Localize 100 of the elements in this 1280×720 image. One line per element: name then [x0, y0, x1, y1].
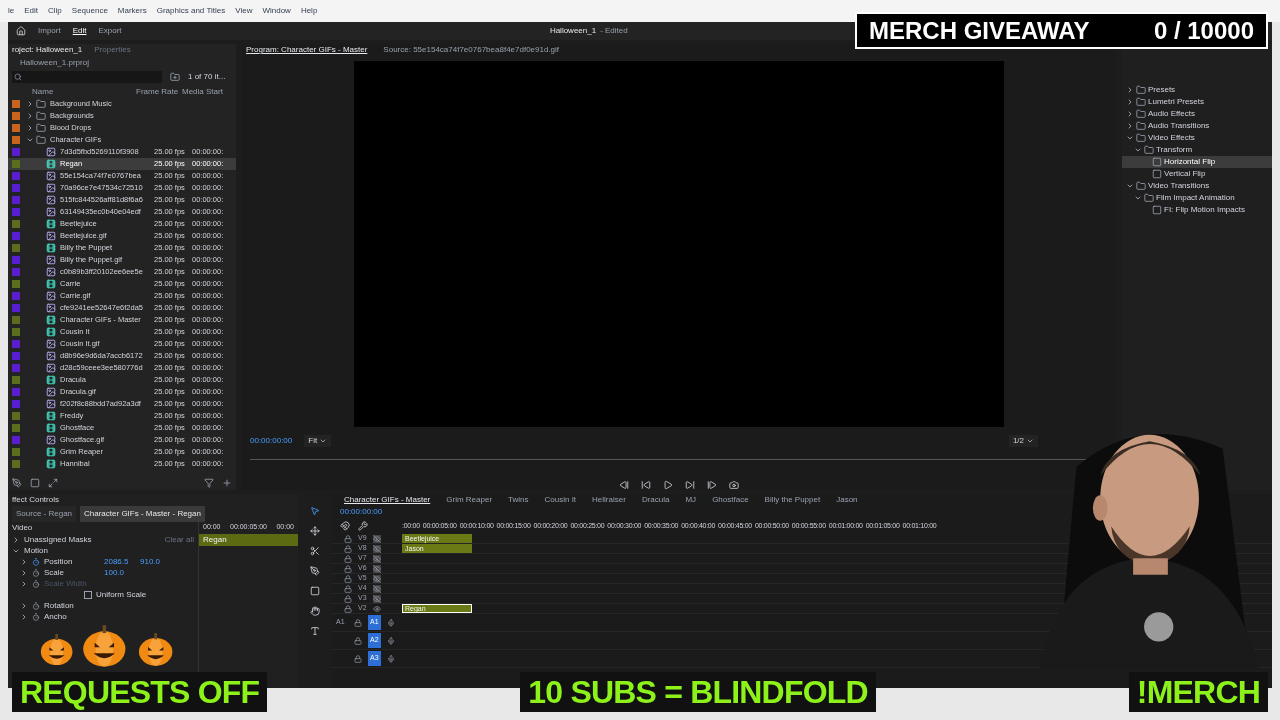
stopwatch-icon[interactable]	[32, 557, 40, 566]
eye-off-icon[interactable]	[372, 564, 381, 573]
menu-item[interactable]: View	[235, 5, 253, 17]
panel-tab[interactable]: roject: Halloween_1	[12, 44, 83, 56]
go-to-out-icon[interactable]	[685, 480, 695, 490]
effects-item[interactable]: Lumetri Presets	[1122, 96, 1272, 108]
effects-item[interactable]: Audio Transitions	[1122, 120, 1272, 132]
expand-icon[interactable]	[1134, 194, 1142, 202]
razor-icon[interactable]	[310, 546, 320, 556]
workspace-tab[interactable]: Export	[98, 25, 122, 37]
sequence-tab[interactable]: Character GIFs - Master	[344, 494, 431, 506]
stopwatch-icon[interactable]	[32, 612, 40, 621]
eye-off-icon[interactable]	[372, 584, 381, 593]
eye-off-icon[interactable]	[372, 534, 381, 543]
rectangle-icon[interactable]	[310, 586, 320, 596]
expand-icon[interactable]	[1126, 182, 1134, 190]
menu-item[interactable]: Window	[262, 5, 291, 17]
effects-item[interactable]: Film Impact Animation	[1122, 192, 1272, 204]
param-value[interactable]: 100.0	[104, 566, 136, 579]
menu-item[interactable]: Clip	[48, 5, 62, 17]
menu-item[interactable]: Help	[300, 5, 318, 17]
menu-item[interactable]: Edit	[24, 5, 39, 17]
lock-icon[interactable]	[344, 554, 352, 563]
effects-item[interactable]: Audio Effects	[1122, 108, 1272, 120]
new-bin-icon[interactable]	[170, 72, 180, 82]
monitor-tab[interactable]: Source: 55e154ca74f7e0767bea8f4e7df0e91d.gif	[383, 44, 560, 56]
lock-icon[interactable]	[344, 584, 352, 593]
sequence-tab[interactable]: Hellraiser	[592, 494, 626, 506]
param-value[interactable]: 2086.5	[104, 555, 136, 568]
expand-icon[interactable]	[1134, 146, 1142, 154]
workspace-tab[interactable]: Import	[38, 25, 61, 37]
camera-icon[interactable]	[729, 480, 739, 490]
expand-icon[interactable]	[1126, 122, 1134, 130]
search-field[interactable]	[12, 71, 162, 83]
menu-item[interactable]: Markers	[117, 5, 147, 17]
sequence-tab[interactable]: Jason	[836, 494, 858, 506]
mark-in-icon[interactable]	[619, 480, 629, 490]
lock-icon[interactable]	[344, 574, 352, 583]
menu-item[interactable]: Sequence	[71, 5, 108, 17]
clip-tab[interactable]: Character GIFs - Master - Regan	[80, 506, 205, 522]
expand-icon[interactable]	[26, 100, 34, 108]
sequence-tab[interactable]: Cousin It	[544, 494, 577, 506]
lock-icon[interactable]	[344, 594, 352, 603]
pen-icon[interactable]	[310, 566, 320, 576]
checkbox[interactable]	[84, 590, 92, 599]
lock-icon[interactable]	[344, 564, 352, 573]
expand-icon[interactable]	[26, 136, 34, 144]
zoom-dropdown[interactable]: Fit	[304, 435, 332, 447]
pen-icon[interactable]	[12, 478, 22, 488]
column-header[interactable]: Frame Rate	[136, 86, 182, 98]
effects-item[interactable]: Presets	[1122, 84, 1272, 96]
resolution-dropdown[interactable]: 1/2	[1008, 435, 1038, 447]
expand-icon[interactable]	[1126, 98, 1134, 106]
expand-icon[interactable]	[1126, 86, 1134, 94]
effects-item[interactable]: Horizontal Flip	[1122, 156, 1272, 168]
step-forward-icon[interactable]	[707, 480, 717, 490]
play-icon[interactable]	[663, 480, 673, 490]
sequence-tab[interactable]: Dracula	[641, 494, 670, 506]
param-value[interactable]: 910.0	[140, 555, 172, 568]
expand-icon[interactable]	[26, 112, 34, 120]
eye-off-icon[interactable]	[372, 574, 381, 583]
monitor-tab[interactable]: Program: Character GIFs - Master	[246, 44, 368, 56]
snap-icon[interactable]	[340, 521, 350, 531]
lock-icon[interactable]	[344, 544, 352, 553]
expand-icon[interactable]	[1126, 134, 1134, 142]
selection-tool-icon[interactable]	[310, 506, 320, 516]
lock-icon[interactable]	[344, 534, 352, 543]
new-item-icon[interactable]	[222, 478, 232, 488]
sequence-tab[interactable]: MJ	[685, 494, 697, 506]
stopwatch-icon[interactable]	[32, 568, 40, 577]
effects-item[interactable]: Video Effects	[1122, 132, 1272, 144]
eye-off-icon[interactable]	[372, 544, 381, 553]
lock-icon[interactable]	[354, 618, 362, 627]
column-header[interactable]: Name	[8, 86, 136, 98]
effects-item[interactable]: Video Transitions	[1122, 180, 1272, 192]
expand-icon[interactable]	[26, 124, 34, 132]
sequence-tab[interactable]: Grim Reaper	[446, 494, 493, 506]
lock-icon[interactable]	[344, 604, 352, 613]
clip-tab[interactable]: Source - Regan	[12, 506, 77, 522]
mic-icon[interactable]	[386, 654, 395, 663]
stopwatch-icon[interactable]	[32, 601, 40, 610]
mic-icon[interactable]	[386, 618, 395, 627]
eye-off-icon[interactable]	[372, 594, 381, 603]
wrench-icon[interactable]	[358, 521, 368, 531]
expand-icon[interactable]	[1126, 110, 1134, 118]
sequence-tab[interactable]: Billy the Puppet	[764, 494, 821, 506]
type-tool-icon[interactable]	[310, 626, 320, 636]
hand-icon[interactable]	[310, 606, 320, 616]
workspace-tab[interactable]: Edit	[72, 25, 87, 37]
home-icon[interactable]	[16, 26, 26, 36]
clear-all-button[interactable]: Clear all	[164, 533, 194, 546]
eye-icon[interactable]	[372, 604, 381, 613]
menu-item[interactable]: le	[8, 5, 15, 17]
go-to-in-icon[interactable]	[641, 480, 651, 490]
effects-item[interactable]: Vertical Flip	[1122, 168, 1272, 180]
lock-icon[interactable]	[354, 636, 362, 645]
sequence-tab[interactable]: Twins	[508, 494, 529, 506]
sequence-tab[interactable]: Ghostface	[712, 494, 749, 506]
effects-item[interactable]: FI: Flip Motion Impacts	[1122, 204, 1272, 216]
menu-item[interactable]: Graphics and Titles	[156, 5, 226, 17]
